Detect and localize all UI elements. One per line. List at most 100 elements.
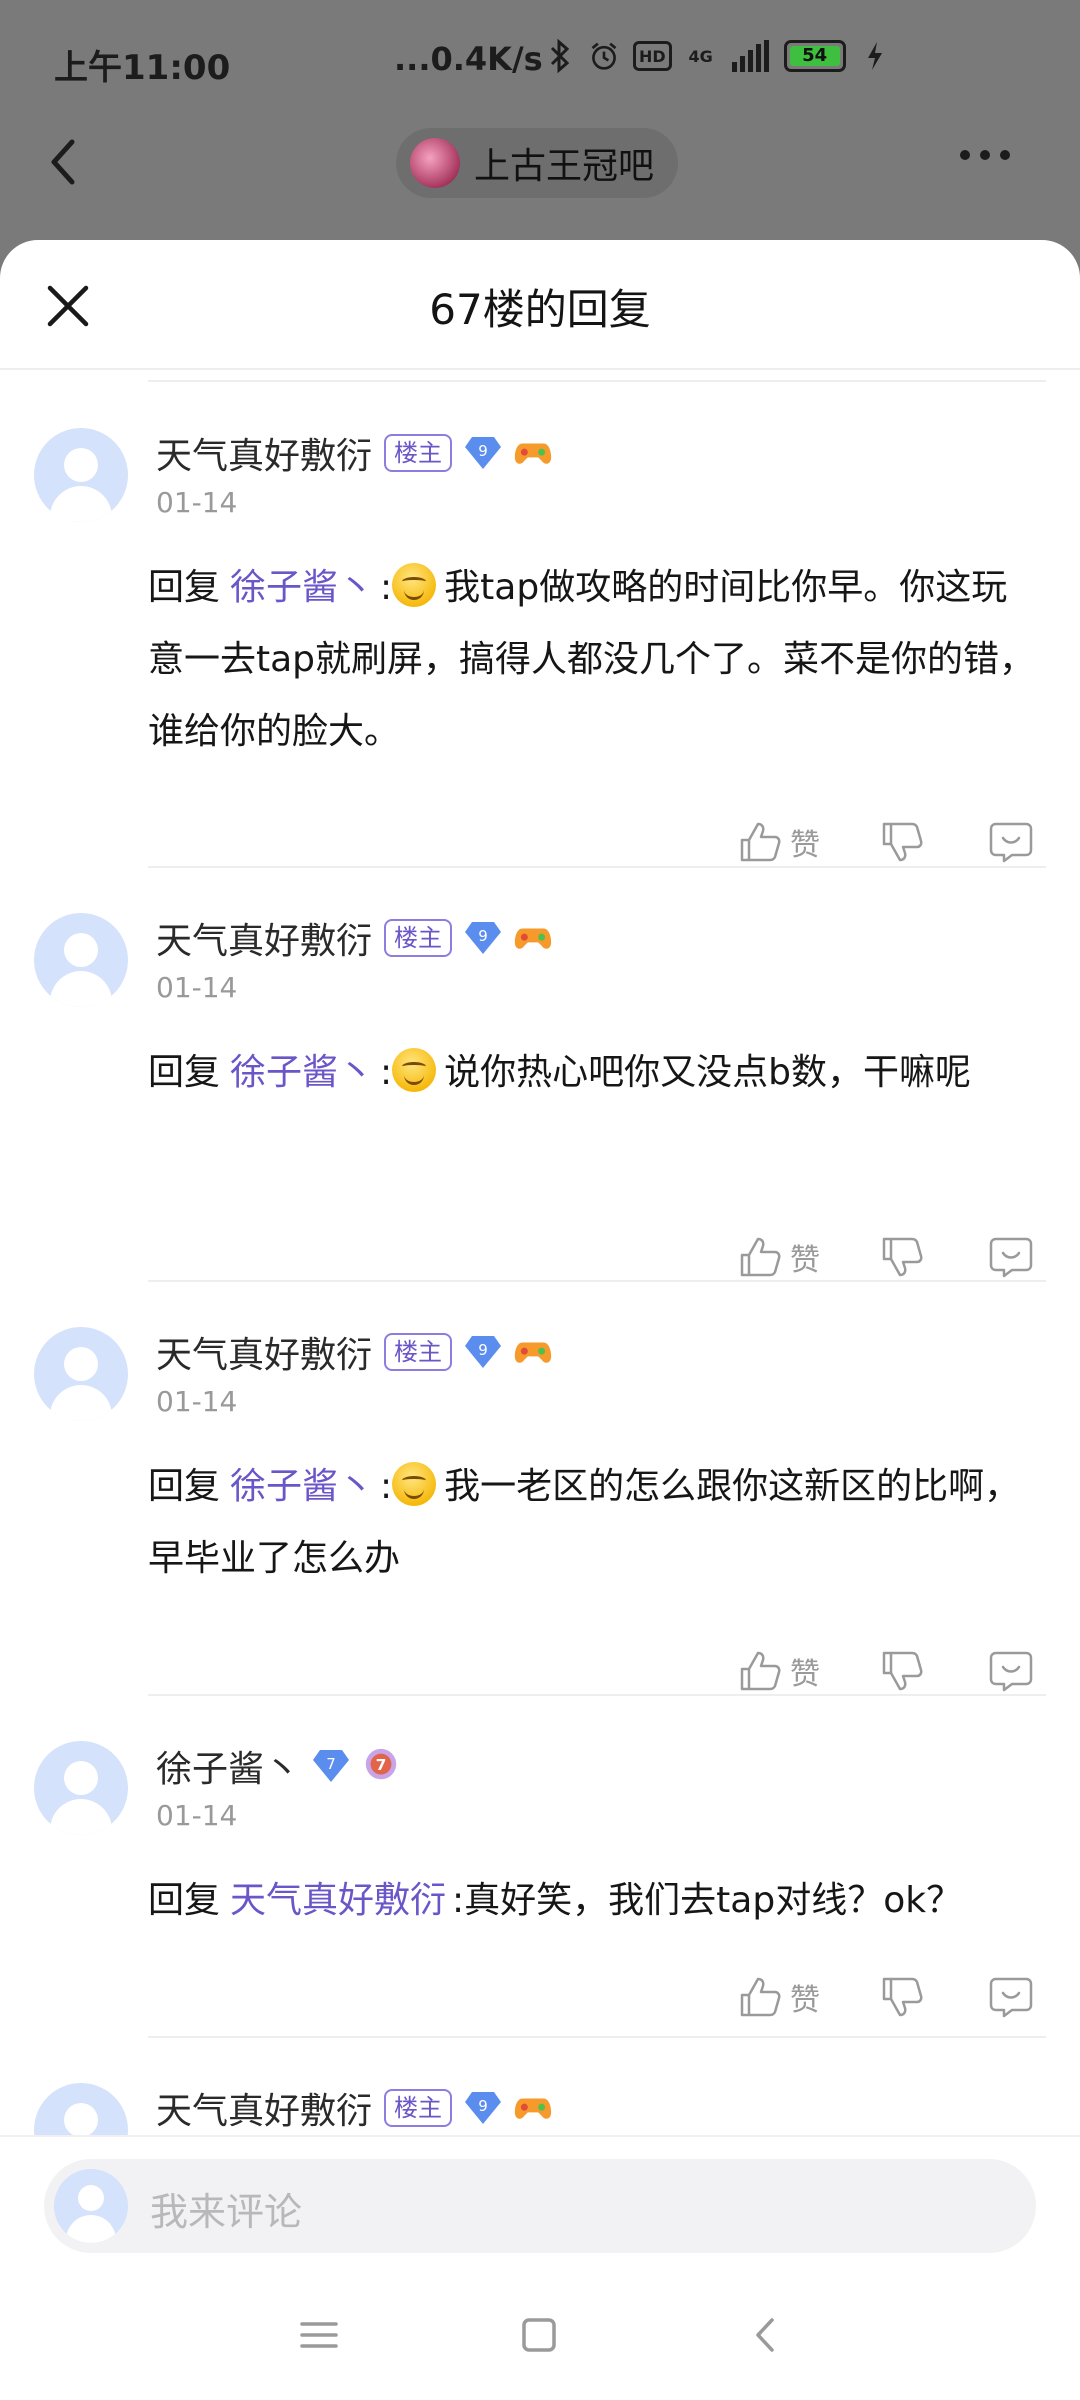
- thumbs-up-icon: [740, 822, 781, 862]
- dislike-button[interactable]: [880, 1235, 924, 1279]
- louzhu-badge: 楼主: [384, 434, 453, 472]
- comment-placeholder: 我来评论: [150, 2190, 303, 2234]
- battery-icon: 54: [783, 40, 846, 72]
- comment-bubble-icon: [989, 1977, 1033, 2018]
- forum-pill[interactable]: 上古王冠吧: [396, 128, 679, 198]
- reply-actions: 赞: [0, 820, 1080, 880]
- my-avatar: [54, 2169, 128, 2243]
- like-button[interactable]: 赞: [738, 1649, 820, 1693]
- reply-sheet: 67楼的回复 天气真好敷衍 楼主 9 01-14 回复 徐子酱丶: 我tap做攻略的…: [0, 240, 1080, 2400]
- comment-bubble-icon: [989, 1651, 1033, 1692]
- reply-actions: 赞: [0, 1649, 1080, 1709]
- more-dot-icon: [1000, 150, 1010, 160]
- username[interactable]: 天气真好敷衍: [156, 2082, 372, 2134]
- comment-bar: 我来评论: [0, 2135, 1080, 2270]
- reply-meta: 天气真好敷衍 楼主 9: [156, 2083, 552, 2133]
- back-button[interactable]: [44, 130, 104, 210]
- thumbs-up-icon: [740, 1237, 781, 1277]
- divider: [148, 866, 1046, 868]
- back-nav-button[interactable]: [742, 2310, 792, 2360]
- mention-link[interactable]: 天气真好敷衍: [230, 1880, 446, 1921]
- username[interactable]: 天气真好敷衍: [156, 1326, 372, 1378]
- username[interactable]: 天气真好敷衍: [156, 427, 372, 479]
- forum-avatar: [410, 138, 460, 188]
- comment-bubble-icon: [989, 1237, 1033, 1278]
- reply-comment-button[interactable]: [988, 1649, 1034, 1693]
- reply-meta: 徐子酱丶 7 7: [156, 1741, 400, 1791]
- sheet-header: 67楼的回复: [0, 240, 1080, 370]
- more-options-button[interactable]: [960, 150, 1010, 160]
- dislike-button[interactable]: [880, 1649, 924, 1693]
- charging-icon: [860, 38, 890, 74]
- like-label: 赞: [790, 828, 820, 863]
- divider: [148, 380, 1046, 382]
- level-medal-icon: 7: [362, 1748, 400, 1784]
- reply-prefix: 回复: [148, 567, 221, 608]
- divider: [148, 1280, 1046, 1282]
- status-bar: 上午11:00 ...0.4K/s HD 4G 54: [0, 0, 1080, 130]
- forum-name: 上古王冠吧: [474, 146, 655, 187]
- louzhu-badge: 楼主: [384, 1333, 453, 1371]
- comment-input[interactable]: 我来评论: [44, 2159, 1036, 2253]
- home-square-icon: [522, 2318, 556, 2352]
- avatar[interactable]: [34, 428, 128, 522]
- level-badge-icon: 7: [312, 1748, 350, 1784]
- mention-link[interactable]: 徐子酱丶: [230, 567, 374, 608]
- reply-meta: 天气真好敷衍 楼主 9: [156, 1327, 552, 1377]
- reply-date: 01-14: [156, 486, 238, 519]
- reply-comment-button[interactable]: [988, 1235, 1034, 1279]
- game-controller-icon: [514, 920, 552, 956]
- divider: [148, 1694, 1046, 1696]
- reply-text: 回复 徐子酱丶: 说你热心吧你又没点b数，干嘛呢: [148, 1037, 1038, 1109]
- comment-bubble-icon: [989, 822, 1033, 863]
- back-chevron-icon: [756, 2318, 774, 2352]
- signal-icon: [730, 38, 770, 74]
- reply-body: 说你热心吧你又没点b数，干嘛呢: [444, 1052, 972, 1093]
- avatar[interactable]: [34, 1327, 128, 1421]
- username[interactable]: 天气真好敷衍: [156, 912, 372, 964]
- sheet-title: 67楼的回复: [429, 285, 651, 334]
- reply-comment-button[interactable]: [988, 820, 1034, 864]
- reply-text: 回复 徐子酱丶: 我tap做攻略的时间比你早。你这玩意一去tap就刷屏，搞得人都没几…: [148, 552, 1038, 768]
- battery-level: 54: [789, 46, 840, 66]
- smile-emoji-icon: [392, 563, 437, 607]
- username[interactable]: 徐子酱丶: [156, 1740, 300, 1792]
- reply-item: 天气真好敷衍 楼主 9 01-14 回复 徐子酱丶: 我一老区的怎么跟你这新区的比啊…: [0, 1327, 1080, 1692]
- thumbs-down-icon: [882, 1237, 923, 1277]
- dislike-button[interactable]: [880, 820, 924, 864]
- reply-item: 天气真好敷衍 楼主 9 01-14 回复 徐子酱丶: 我tap做攻略的时间比你早。你…: [0, 428, 1080, 868]
- reply-comment-button[interactable]: [988, 1975, 1034, 2019]
- reply-item: 天气真好敷衍 楼主 9 01-14 回复 徐子酱丶: 说你热心吧你又没点b数，干嘛呢…: [0, 912, 1080, 1278]
- reply-body: 真好笑，我们去tap对线？ok？: [464, 1880, 963, 1921]
- avatar[interactable]: [34, 1741, 128, 1835]
- mention-link[interactable]: 徐子酱丶: [230, 1052, 374, 1093]
- game-controller-icon: [514, 2090, 552, 2126]
- menu-icon: [300, 2322, 338, 2348]
- level-badge-icon: 9: [464, 2090, 502, 2126]
- dislike-button[interactable]: [880, 1975, 924, 2019]
- avatar[interactable]: [34, 913, 128, 1007]
- svg-text:9: 9: [478, 2097, 488, 2115]
- like-button[interactable]: 赞: [738, 1975, 820, 2019]
- divider: [148, 2036, 1046, 2038]
- home-nav-button[interactable]: [514, 2310, 564, 2360]
- like-button[interactable]: 赞: [738, 820, 820, 864]
- like-label: 赞: [790, 1983, 820, 2018]
- level-badge-icon: 9: [464, 435, 502, 471]
- thumbs-up-icon: [740, 1651, 781, 1691]
- smile-emoji-icon: [392, 1048, 437, 1092]
- more-dot-icon: [960, 150, 970, 160]
- like-button[interactable]: 赞: [738, 1235, 820, 1279]
- network-speed: ...0.4K/s: [394, 40, 543, 78]
- network-type-icon: 4G: [688, 46, 713, 66]
- svg-text:9: 9: [478, 442, 488, 460]
- reply-prefix: 回复: [148, 1880, 221, 1921]
- reply-date: 01-14: [156, 1799, 238, 1832]
- menu-nav-button[interactable]: [294, 2310, 344, 2360]
- level-badge-icon: 9: [464, 1334, 502, 1370]
- alarm-icon: [589, 38, 619, 74]
- mention-link[interactable]: 徐子酱丶: [230, 1466, 374, 1507]
- game-controller-icon: [514, 435, 552, 471]
- louzhu-badge: 楼主: [384, 2089, 453, 2127]
- hd-icon: HD: [633, 41, 672, 71]
